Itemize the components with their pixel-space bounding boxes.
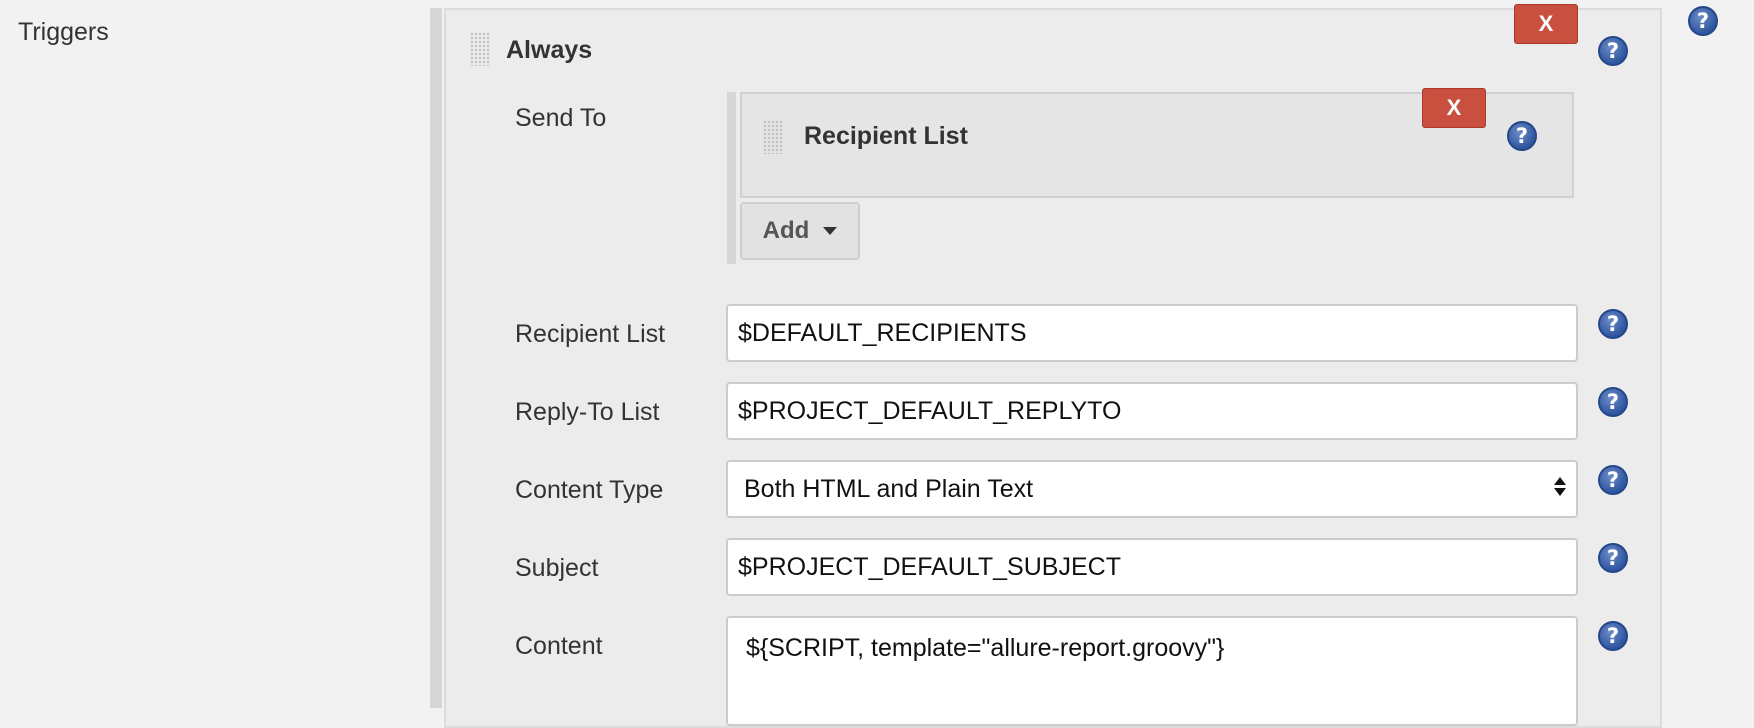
trigger-title: Always: [506, 36, 593, 64]
delete-recipient-button[interactable]: X: [1422, 88, 1486, 128]
content-type-help-icon[interactable]: ?: [1598, 465, 1628, 495]
recipient-list-label: Recipient List: [515, 320, 666, 348]
add-recipient-button[interactable]: Add: [740, 202, 860, 260]
subject-label: Subject: [515, 554, 599, 582]
chevron-down-icon: [823, 227, 838, 235]
send-to-label: Send To: [515, 104, 607, 132]
recipient-help-icon[interactable]: ?: [1507, 121, 1537, 151]
reply-to-list-label: Reply-To List: [515, 398, 660, 426]
triggers-help-icon[interactable]: ?: [1688, 6, 1718, 36]
recipient-list-input[interactable]: $DEFAULT_RECIPIENTS: [726, 304, 1578, 362]
send-to-drag-bar[interactable]: [727, 92, 736, 264]
content-help-icon[interactable]: ?: [1598, 621, 1628, 651]
select-arrows-icon: [1554, 477, 1566, 496]
drag-handle-icon[interactable]: [763, 120, 783, 154]
reply-to-help-icon[interactable]: ?: [1598, 387, 1628, 417]
add-button-label: Add: [762, 217, 810, 244]
content-label: Content: [515, 632, 603, 660]
trigger-drag-bar[interactable]: [430, 8, 442, 708]
recipient-card-title: Recipient List: [804, 122, 968, 150]
content-type-selected: Both HTML and Plain Text: [744, 475, 1034, 503]
content-textarea[interactable]: ${SCRIPT, template="allure-report.groovy…: [726, 616, 1578, 726]
content-type-label: Content Type: [515, 476, 664, 504]
delete-trigger-button[interactable]: X: [1514, 4, 1578, 44]
content-type-select[interactable]: Both HTML and Plain Text: [726, 460, 1578, 518]
drag-handle-icon[interactable]: [470, 32, 490, 66]
recipient-list-help-icon[interactable]: ?: [1598, 309, 1628, 339]
subject-help-icon[interactable]: ?: [1598, 543, 1628, 573]
triggers-label: Triggers: [18, 18, 109, 46]
trigger-help-icon[interactable]: ?: [1598, 36, 1628, 66]
subject-input[interactable]: $PROJECT_DEFAULT_SUBJECT: [726, 538, 1578, 596]
reply-to-list-input[interactable]: $PROJECT_DEFAULT_REPLYTO: [726, 382, 1578, 440]
